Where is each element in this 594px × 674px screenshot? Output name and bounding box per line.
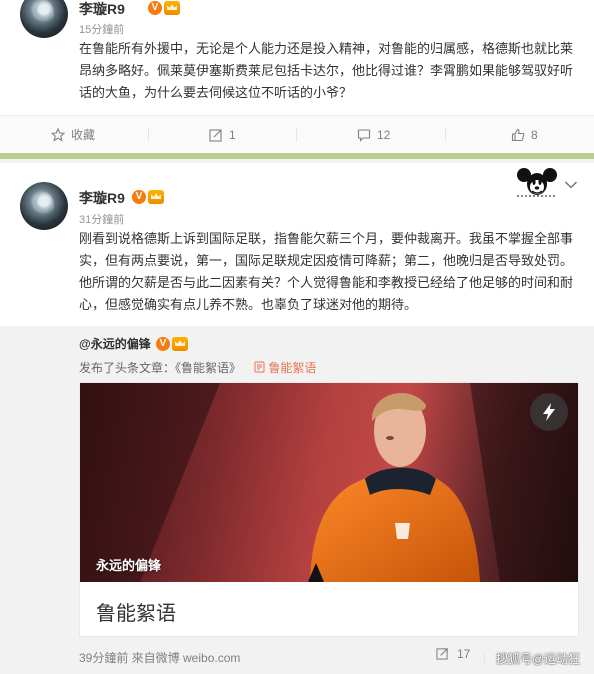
divider: [148, 128, 149, 142]
verified-badge-icon: V: [148, 1, 162, 15]
vip-crown-icon: [164, 1, 180, 15]
post-timestamp[interactable]: 31分鐘前: [79, 211, 124, 227]
forward-count: 1: [229, 128, 236, 142]
divider: [445, 128, 446, 142]
comment-count: 12: [377, 128, 391, 142]
favorite-button[interactable]: 收藏: [50, 116, 96, 154]
watermark: 搜狐号@运动狂: [496, 652, 581, 666]
article-link-label: 鲁能絮语: [268, 361, 317, 375]
post-text: 刚看到说格德斯上诉到国际足联，指鲁能欠薪三个月，要仲裁离开。我虽不掌握全部事实，…: [79, 231, 574, 312]
avatar[interactable]: [20, 0, 68, 38]
article-link[interactable]: 鲁能絮语: [254, 361, 316, 375]
chevron-down-icon[interactable]: [564, 180, 578, 190]
post-timestamp[interactable]: 15分鐘前: [79, 21, 124, 37]
weibo-post-1: 李璇R9 V 15分鐘前 在鲁能所有外援中，无论是个人能力还是投入精神，对鲁能的…: [0, 0, 594, 155]
published-prefix: 发布了头条文章：: [79, 361, 176, 375]
forward-icon: [209, 129, 222, 142]
action-bar: 收藏 1 12 8: [0, 115, 594, 153]
lightning-icon: [543, 403, 555, 421]
mickey-icon: [517, 168, 557, 197]
article-link-icon: [254, 361, 265, 373]
repost-forward-button[interactable]: 17: [436, 647, 470, 661]
lightning-button[interactable]: [530, 393, 568, 431]
comment-button[interactable]: 12: [357, 116, 390, 154]
article-card[interactable]: 永远的偏锋 鲁能絮语: [79, 382, 579, 637]
like-icon: [511, 128, 525, 142]
username[interactable]: 李璇R9: [79, 188, 125, 208]
repost-block: @永远的偏锋 V 发布了头条文章：《鲁能絮语》 鲁能絮语 永远的偏锋 鲁能絮语 …: [0, 326, 594, 674]
like-count: 8: [531, 128, 538, 142]
repost-author[interactable]: @永远的偏锋: [79, 335, 151, 352]
article-quote: 《鲁能絮语》: [175, 361, 242, 375]
verified-badge-icon: V: [156, 337, 170, 351]
divider: [296, 128, 297, 142]
repost-forward-count: 17: [457, 647, 471, 661]
post-text: 在鲁能所有外援中，无论是个人能力还是投入精神，对鲁能的归属感，格德斯也就比莱昂纳…: [79, 41, 574, 100]
star-icon: [50, 127, 66, 142]
player-photo: [80, 383, 578, 582]
forward-button[interactable]: 1: [209, 116, 236, 154]
article-cover-image[interactable]: 永远的偏锋: [80, 383, 578, 582]
forward-icon: [436, 648, 448, 660]
divider: [484, 651, 485, 665]
like-button[interactable]: 8: [511, 116, 538, 154]
verified-badge-icon: V: [132, 190, 146, 204]
username[interactable]: 李璇R9: [79, 0, 125, 19]
image-caption: 永远的偏锋: [96, 558, 162, 573]
article-title: 鲁能絮语: [96, 603, 176, 625]
repost-summary: 发布了头条文章：《鲁能絮语》 鲁能絮语: [79, 359, 316, 376]
comment-icon: [357, 129, 371, 142]
avatar[interactable]: [20, 182, 68, 230]
favorite-label: 收藏: [71, 128, 96, 142]
repost-footer: 39分鐘前 來自微博 weibo.com: [79, 651, 241, 665]
vip-crown-icon: [148, 190, 164, 204]
vip-crown-icon: [172, 337, 188, 351]
